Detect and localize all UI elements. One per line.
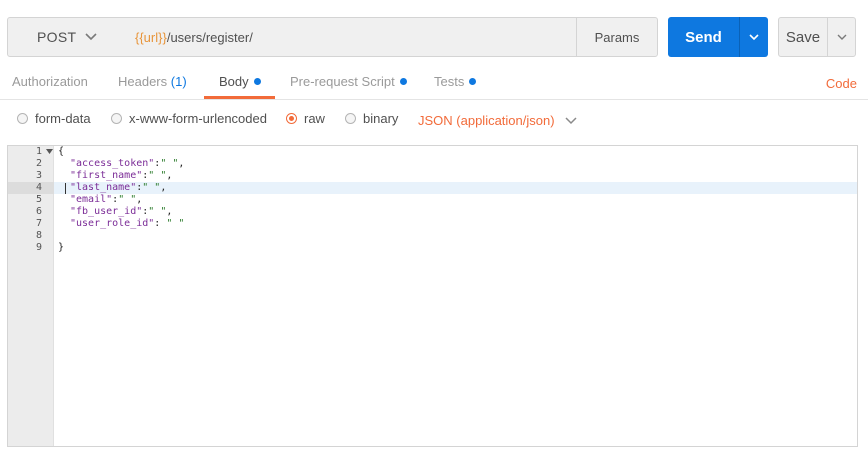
code-line-access-token: "access_token":" ",: [70, 158, 184, 170]
line-number: 4: [35, 182, 42, 193]
active-tab-underline: [204, 96, 275, 99]
method-select[interactable]: POST: [7, 17, 124, 57]
code-line-email: "email":" ",: [70, 194, 142, 206]
chevron-down-icon: [749, 34, 759, 41]
line-number: 8: [35, 230, 42, 241]
format-select-label: JSON (application/json): [418, 113, 555, 128]
chevron-down-icon: [837, 34, 846, 40]
tab-prerequest-label: Pre-request Script: [290, 74, 395, 89]
params-button[interactable]: Params: [576, 17, 658, 57]
save-button[interactable]: Save: [778, 17, 828, 57]
url-input[interactable]: {{url}}/users/register/: [123, 17, 577, 57]
send-dropdown-button[interactable]: [739, 17, 768, 57]
tab-headers[interactable]: Headers (1): [118, 74, 187, 89]
line-number: 5: [35, 194, 42, 205]
radio-binary[interactable]: [345, 113, 356, 124]
format-select[interactable]: JSON (application/json): [418, 113, 578, 128]
save-dropdown-button[interactable]: [827, 17, 856, 57]
open-brace: {: [58, 146, 65, 157]
line-number: 7: [35, 218, 42, 229]
code-line-fb-user-id: "fb_user_id":" ",: [70, 206, 172, 218]
tab-tests[interactable]: Tests: [434, 74, 477, 89]
option-form-data[interactable]: form-data: [17, 111, 91, 126]
json-key: "user_role_id": [70, 218, 155, 229]
line-number: 1: [35, 146, 42, 157]
code-line-open-brace: {: [58, 146, 64, 158]
code-line-close-brace: }: [58, 242, 64, 254]
json-comma: ,: [160, 182, 167, 193]
code-link[interactable]: Code: [826, 76, 857, 91]
close-brace: }: [58, 242, 65, 253]
json-value: " ": [166, 218, 185, 229]
json-key: "email": [70, 194, 113, 205]
json-value: " ": [160, 158, 179, 169]
text-cursor: [65, 183, 66, 194]
chevron-down-icon: [85, 33, 97, 41]
option-raw[interactable]: raw: [286, 111, 325, 126]
json-comma: ,: [166, 206, 173, 217]
json-value: " ": [148, 206, 167, 217]
option-urlencoded[interactable]: x-www-form-urlencoded: [111, 111, 267, 126]
url-variable: {{url}}: [135, 29, 167, 45]
json-value: " ": [118, 194, 137, 205]
json-key: "first_name": [70, 170, 143, 181]
tab-body[interactable]: Body: [219, 74, 261, 89]
code-line-user-role-id: "user_role_id": " ": [70, 218, 184, 230]
json-comma: ,: [166, 170, 173, 181]
chevron-down-icon: [565, 116, 577, 124]
tab-headers-label: Headers: [118, 74, 168, 89]
headers-count-badge: (1): [170, 74, 187, 89]
tab-prerequest-script[interactable]: Pre-request Script: [290, 74, 407, 89]
option-binary-label: binary: [363, 111, 399, 126]
body-editor[interactable]: 1 2 3 4 5 6 7 8 9 { "access_token":" ", …: [7, 145, 858, 447]
option-raw-label: raw: [304, 111, 325, 126]
line-number: 9: [35, 242, 42, 253]
fold-triangle-icon[interactable]: [46, 149, 53, 155]
radio-form-data[interactable]: [17, 113, 28, 124]
option-binary[interactable]: binary: [345, 111, 398, 126]
url-path: /users/register/: [166, 29, 253, 45]
line-number: 3: [35, 170, 42, 181]
line-number: 2: [35, 158, 42, 169]
json-value: " ": [148, 170, 167, 181]
method-label: POST: [37, 29, 77, 45]
code-line-last-name: "last_name":" ",: [70, 182, 166, 194]
body-type-options: form-data x-www-form-urlencoded raw bina…: [0, 106, 868, 132]
json-key: "fb_user_id": [70, 206, 143, 217]
radio-raw[interactable]: [286, 113, 297, 124]
active-line-highlight: [54, 182, 857, 194]
request-tabs: Authorization Headers (1) Body Pre-reque…: [0, 66, 868, 100]
tab-body-label: Body: [219, 74, 249, 89]
line-number: 6: [35, 206, 42, 217]
json-key: "access_token": [70, 158, 155, 169]
json-key: "last_name": [70, 182, 137, 193]
prerequest-indicator-dot: [399, 78, 407, 85]
body-indicator-dot: [253, 78, 261, 85]
json-comma: ,: [178, 158, 185, 169]
json-colon: :: [154, 218, 167, 229]
option-urlencoded-label: x-www-form-urlencoded: [129, 111, 267, 126]
json-value: " ": [142, 182, 161, 193]
tests-indicator-dot: [469, 78, 477, 85]
radio-urlencoded[interactable]: [111, 113, 122, 124]
code-line-first-name: "first_name":" ",: [70, 170, 172, 182]
tab-tests-label: Tests: [434, 74, 465, 89]
json-comma: ,: [136, 194, 143, 205]
send-button[interactable]: Send: [668, 17, 739, 57]
option-form-data-label: form-data: [35, 111, 91, 126]
tab-authorization[interactable]: Authorization: [12, 74, 88, 89]
